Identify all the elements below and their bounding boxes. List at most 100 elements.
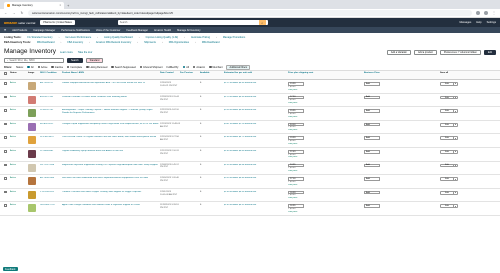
product-thumbnail[interactable] xyxy=(28,136,36,145)
sku-link[interactable]: GG-5506-7720 xyxy=(40,204,62,207)
row-checkbox[interactable] xyxy=(4,177,7,180)
row-edit-button[interactable]: Edit ▾ xyxy=(440,122,458,127)
chevron-down-icon[interactable]: ▾ xyxy=(453,110,457,113)
learn-more-link[interactable]: Learn more xyxy=(60,51,73,54)
business-price-input[interactable]: Add xyxy=(364,136,380,140)
col-name[interactable]: Product Name / ASIN xyxy=(62,72,160,74)
fba-tool-link[interactable]: Shipments xyxy=(144,41,156,44)
subnav-item[interactable]: Amazon Health xyxy=(154,29,171,32)
chevron-down-icon[interactable]: ▾ xyxy=(453,150,457,153)
row-edit-button[interactable]: Edit ▾ xyxy=(440,95,458,100)
topbar-link-messages[interactable]: Messages xyxy=(459,21,471,24)
profile-icon[interactable] xyxy=(484,11,488,15)
sku-link[interactable]: AX-7000-3344 xyxy=(40,177,62,180)
chevron-down-icon[interactable]: ▾ xyxy=(453,123,457,126)
save-all-button[interactable]: Save all xyxy=(440,72,460,74)
row-edit-button[interactable]: Edit ▾ xyxy=(440,177,458,181)
marketplace-selector[interactable]: Pharma Inc | United States xyxy=(40,20,75,25)
row-checkbox[interactable] xyxy=(4,82,7,85)
product-thumbnail[interactable] xyxy=(28,177,36,186)
extension-icon[interactable] xyxy=(476,11,480,15)
row-checkbox[interactable] xyxy=(4,163,7,167)
business-price-input[interactable]: Add xyxy=(364,204,380,208)
product-name-link[interactable]: Vitamin Whipped Moisturizer with Hyaluro… xyxy=(62,82,160,85)
product-thumbnail[interactable] xyxy=(28,82,36,90)
fulfilled-radio-all[interactable]: All xyxy=(182,66,189,69)
chevron-down-icon[interactable]: ▾ xyxy=(453,191,457,194)
sku-link[interactable]: A1-DFL-7532 xyxy=(40,96,62,99)
business-price-input[interactable]: Add xyxy=(364,163,380,168)
business-price-input[interactable]: Add xyxy=(364,95,380,100)
sku-link[interactable]: PI-3381-2741 xyxy=(40,109,62,112)
listing-tool-link[interactable]: Fix Stranded Inventory xyxy=(27,36,52,39)
forward-icon[interactable]: → xyxy=(12,11,16,15)
new-tab-icon[interactable]: + xyxy=(67,3,69,9)
feedback-pill[interactable]: Feedback xyxy=(3,267,18,271)
col-date[interactable]: Date Created xyxy=(160,72,180,74)
chevron-down-icon[interactable]: ▾ xyxy=(453,164,457,167)
product-thumbnail[interactable] xyxy=(28,149,36,158)
fba-tool-link[interactable]: Amazon FBA Restock Inventory xyxy=(96,41,131,44)
sku-link[interactable]: AS-T99-6752 xyxy=(40,82,62,85)
row-edit-button[interactable]: Edit ▾ xyxy=(440,109,458,113)
status-radio-suppressed[interactable]: Search Suppressed xyxy=(111,66,136,69)
fee-estimate[interactable]: $1.88 includes $0.72 Referral fee xyxy=(224,136,288,139)
reload-icon[interactable]: ↻ xyxy=(20,11,24,15)
row-checkbox[interactable] xyxy=(4,122,7,126)
business-price-input[interactable]: Add xyxy=(364,122,380,127)
sku-link[interactable]: PT-KL99-5512 xyxy=(40,191,62,194)
status-radio-inactive[interactable]: Inactive xyxy=(51,66,63,69)
product-name-link[interactable]: Turmeric Curcumin With Black Pepper 1500… xyxy=(62,191,160,194)
chevron-down-icon[interactable]: ▾ xyxy=(453,178,457,181)
fba-tool-link[interactable]: FBA Dashboard xyxy=(37,41,55,44)
close-tab-icon[interactable]: × xyxy=(59,4,61,7)
chevron-down-icon[interactable]: ▾ xyxy=(453,83,457,85)
select-all-checkbox[interactable] xyxy=(4,72,7,75)
sku-link[interactable]: L1-GH3-0981 xyxy=(40,150,62,153)
fee-estimate[interactable]: $2.05 includes $0.80 Referral fee xyxy=(224,109,288,112)
search-icon[interactable]: ⌕ xyxy=(258,20,266,25)
additional-filters-button[interactable]: Additional Filters xyxy=(226,64,251,70)
row-edit-button[interactable]: Edit ▾ xyxy=(440,149,458,154)
standard-view-button[interactable]: Standard xyxy=(85,58,104,63)
fba-tool-link[interactable]: FBA Opportunities xyxy=(169,41,189,44)
url-field[interactable]: sellercentral.amazon.com/inventory/ref=x… xyxy=(28,10,472,16)
subnav-item[interactable]: Campaign Manager xyxy=(33,29,55,32)
status-radio-inbound[interactable]: Inbound Shipment xyxy=(139,66,163,69)
fee-estimate[interactable]: $1.45 includes $0.52 Referral fee xyxy=(224,204,288,207)
subnav-item[interactable]: Feedback Manager xyxy=(126,29,148,32)
fee-estimate[interactable]: $1.65 includes $0.60 Referral fee xyxy=(224,150,288,153)
row-checkbox[interactable] xyxy=(4,190,7,194)
chevron-down-icon[interactable]: ▾ xyxy=(453,137,457,140)
fee-estimate[interactable]: $1.22 includes $0.45 Referral fee xyxy=(224,82,288,85)
business-price-input[interactable]: Add xyxy=(364,177,380,181)
product-name-link[interactable]: Apple Cider Vinegar Gummies With Mother … xyxy=(62,204,160,207)
status-radio-incomplete[interactable]: Incomplete xyxy=(67,66,82,69)
edit-button[interactable]: Edit xyxy=(483,50,496,55)
product-name-link[interactable]: Magnesium Glycinate Supplement 500mg 120… xyxy=(62,164,160,167)
fulfilled-radio-merchant[interactable]: Merchant xyxy=(209,66,222,69)
take-tour-link[interactable]: Take the tour xyxy=(78,51,92,54)
product-thumbnail[interactable] xyxy=(28,122,36,131)
menu-icon[interactable]: ⋮ xyxy=(492,11,496,15)
subnav-item[interactable]: Manage All Inventory xyxy=(177,29,200,32)
listing-tool-link[interactable]: Listing Quality Dashboard xyxy=(104,36,133,39)
col-fee-per-unit[interactable]: Estimated fee per unit sold xyxy=(224,72,288,74)
col-fee-preview[interactable]: Fee Preview xyxy=(180,72,200,74)
product-thumbnail[interactable] xyxy=(28,109,36,118)
sku-link[interactable]: MY-B42-2021 xyxy=(40,123,62,126)
browser-tab[interactable]: Manage Inventory × xyxy=(4,2,64,9)
sku-link[interactable]: NV-T207-1188 xyxy=(40,164,62,167)
row-checkbox[interactable] xyxy=(4,109,7,112)
business-price-input[interactable]: Add xyxy=(364,149,380,154)
row-edit-button[interactable]: Edit ▾ xyxy=(440,204,458,209)
col-status[interactable]: Status xyxy=(10,72,28,74)
product-name-link[interactable]: Premium Lavender Oil Roller Relief Ointm… xyxy=(62,96,160,99)
listing-tool-link[interactable]: Item-level Performance xyxy=(65,36,91,39)
status-radio-all[interactable]: All xyxy=(27,66,34,69)
subnav-item[interactable]: Voice of the Customer xyxy=(96,29,121,32)
fulfilled-radio-amazon[interactable]: Amazon xyxy=(192,66,205,69)
fee-estimate[interactable]: $2.35 includes $0.89 Referral fee xyxy=(224,177,288,180)
row-edit-button[interactable]: Edit ▾ xyxy=(440,82,458,86)
chevron-down-icon[interactable]: ▾ xyxy=(453,96,457,99)
